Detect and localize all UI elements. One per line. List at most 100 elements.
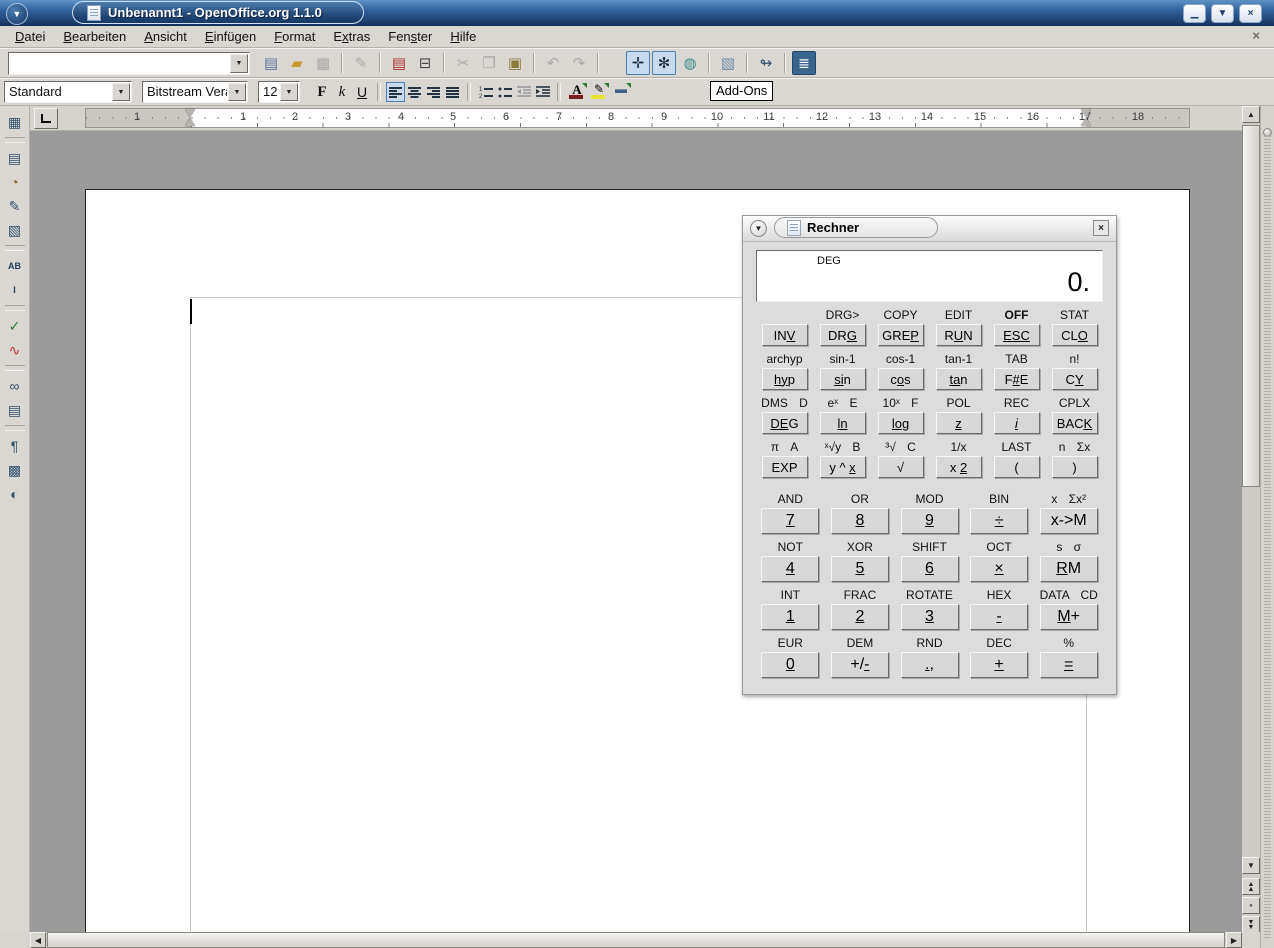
separator[interactable] xyxy=(5,137,25,143)
calculator-dialog[interactable]: ▼ Rechner × DEG 0. DRG>COPYEDITOFFSTATIN… xyxy=(742,215,1117,695)
calc-key-cy[interactable]: CY xyxy=(1052,368,1098,390)
calculator-menu-button[interactable]: ▼ xyxy=(750,220,767,237)
menu-item-fenster[interactable]: Fenster xyxy=(379,27,441,46)
separator[interactable] xyxy=(5,365,25,371)
gallery-icon[interactable]: ▧ xyxy=(716,51,740,75)
left-indent-marker[interactable] xyxy=(185,109,195,127)
save-document-icon[interactable]: ▦ xyxy=(311,51,335,75)
increase-indent-button[interactable] xyxy=(533,82,552,102)
find-icon[interactable]: ∞ xyxy=(3,375,27,397)
window-menu-button[interactable]: ▼ xyxy=(6,3,28,25)
separator[interactable] xyxy=(746,53,748,73)
font-name-combobox[interactable]: Bitstream Vera S ▼ xyxy=(142,81,248,103)
font-color-button[interactable]: A xyxy=(567,82,587,102)
scroll-right-button[interactable]: ▶ xyxy=(1226,932,1242,948)
calc-key-log[interactable]: log xyxy=(878,412,924,434)
calc-key-9[interactable]: 9 xyxy=(901,508,959,534)
undo-icon[interactable]: ↶ xyxy=(541,51,565,75)
separator[interactable] xyxy=(533,53,535,73)
font-size-combobox[interactable]: 12 ▼ xyxy=(258,81,300,103)
style-dropdown-button[interactable]: ▼ xyxy=(112,83,130,101)
calc-key-3[interactable]: 3 xyxy=(901,604,959,630)
calc-key-memory-plus[interactable]: M+ xyxy=(1040,604,1098,630)
calc-key-2[interactable]: 2 xyxy=(831,604,889,630)
numbered-list-button[interactable]: 12 xyxy=(476,82,495,102)
open-document-icon[interactable]: ▰ xyxy=(285,51,309,75)
calc-key-5[interactable]: 5 xyxy=(831,556,889,582)
calc-key-run[interactable]: RUN xyxy=(936,324,982,346)
shade-button[interactable]: ▼ xyxy=(1211,4,1234,23)
redo-icon[interactable]: ↷ xyxy=(567,51,591,75)
menu-item-datei[interactable]: Datei xyxy=(6,27,54,46)
calc-key-grep[interactable]: GREP xyxy=(878,324,924,346)
navigation-button[interactable]: ● xyxy=(1242,897,1260,914)
vertical-scrollbar[interactable]: ▲ ▼ ▲▲ ● ▼▼ xyxy=(1242,106,1260,932)
calculator-close-button[interactable]: × xyxy=(1093,220,1109,236)
calc-key-clo[interactable]: CLO xyxy=(1052,324,1098,346)
nonprinting-characters-icon[interactable]: ¶ xyxy=(3,435,27,457)
close-window-button[interactable]: × xyxy=(1239,4,1262,23)
separator[interactable] xyxy=(5,245,25,251)
scroll-left-button[interactable]: ◀ xyxy=(30,932,46,948)
calc-key-decimal[interactable]: ., xyxy=(901,652,959,678)
align-right-button[interactable] xyxy=(424,82,443,102)
calc-key-recall-memory[interactable]: RM xyxy=(1040,556,1098,582)
calc-key-7[interactable]: 7 xyxy=(761,508,819,534)
menu-item-ansicht[interactable]: Ansicht xyxy=(135,27,196,46)
calc-key-0[interactable]: 0 xyxy=(761,652,819,678)
paragraph-background-button[interactable]: ▬ xyxy=(611,82,631,102)
form-functions-icon[interactable]: ▧ xyxy=(3,219,27,241)
data-sources-icon[interactable]: ▤ xyxy=(3,399,27,421)
calc-key-fe[interactable]: F#E xyxy=(994,368,1040,390)
calc-key-1[interactable]: 1 xyxy=(761,604,819,630)
vertical-scroll-thumb[interactable] xyxy=(1242,125,1260,487)
draw-functions-icon[interactable]: ✎ xyxy=(3,195,27,217)
calc-key-sqrt[interactable]: √ xyxy=(878,456,924,478)
align-justify-button[interactable] xyxy=(443,82,462,102)
paste-icon[interactable]: ▣ xyxy=(503,51,527,75)
calc-key-pow[interactable]: y ^ x xyxy=(820,456,866,478)
scroll-up-button[interactable]: ▲ xyxy=(1242,106,1260,123)
underline-button[interactable]: U xyxy=(353,82,371,102)
direct-cursor-icon[interactable]: I xyxy=(3,279,27,301)
calculator-titlebar[interactable]: ▼ Rechner × xyxy=(743,216,1116,242)
calc-key-subtract[interactable]: - xyxy=(970,604,1028,630)
calc-key-i[interactable]: i xyxy=(994,412,1040,434)
separator[interactable] xyxy=(5,425,25,431)
spellcheck-icon[interactable]: ✓ xyxy=(3,315,27,337)
right-indent-marker[interactable] xyxy=(1081,109,1091,127)
calc-key-inv[interactable]: INV xyxy=(762,324,808,346)
font-dropdown-button[interactable]: ▼ xyxy=(228,83,246,101)
align-left-button[interactable] xyxy=(386,82,405,102)
menu-item-format[interactable]: Format xyxy=(265,27,324,46)
align-center-button[interactable] xyxy=(405,82,424,102)
insert-object-icon[interactable]: ◔ xyxy=(3,171,27,193)
separator[interactable] xyxy=(379,53,381,73)
addons-calculator-icon[interactable]: ≣ xyxy=(792,51,816,75)
calc-key-deg[interactable]: DEG xyxy=(762,412,808,434)
menu-item-einfuegen[interactable]: Einfügen xyxy=(196,27,265,46)
calc-key-multiply[interactable]: × xyxy=(970,556,1028,582)
scroll-down-button[interactable]: ▼ xyxy=(1242,857,1260,874)
previous-page-button[interactable]: ▲▲ xyxy=(1242,878,1260,895)
autotext-icon[interactable]: AB xyxy=(3,255,27,277)
load-url-input[interactable] xyxy=(11,54,229,73)
horizontal-scrollbar[interactable]: ◀ ▶ xyxy=(30,932,1242,948)
size-dropdown-button[interactable]: ▼ xyxy=(280,83,298,101)
insert-icon[interactable]: ▤ xyxy=(3,147,27,169)
calc-key-sign[interactable]: +/- xyxy=(831,652,889,678)
calc-key-back[interactable]: BACK xyxy=(1052,412,1098,434)
calc-key-rparen[interactable]: ) xyxy=(1052,456,1098,478)
italic-button[interactable]: k xyxy=(333,82,351,102)
copy-icon[interactable]: ❐ xyxy=(477,51,501,75)
calc-key-drg[interactable]: DRG xyxy=(820,324,866,346)
separator[interactable] xyxy=(443,53,445,73)
separator[interactable] xyxy=(784,53,786,73)
paragraph-style-combobox[interactable]: Standard ▼ xyxy=(4,81,132,103)
calc-key-divide[interactable]: ÷ xyxy=(970,508,1028,534)
calc-key-sin[interactable]: sin xyxy=(820,368,866,390)
url-dropdown-button[interactable]: ▼ xyxy=(230,54,248,73)
separator[interactable] xyxy=(708,53,710,73)
horizontal-ruler[interactable]: 1123456789101112131415161718 xyxy=(30,106,1242,131)
calc-key-hyp[interactable]: hyp xyxy=(762,368,808,390)
